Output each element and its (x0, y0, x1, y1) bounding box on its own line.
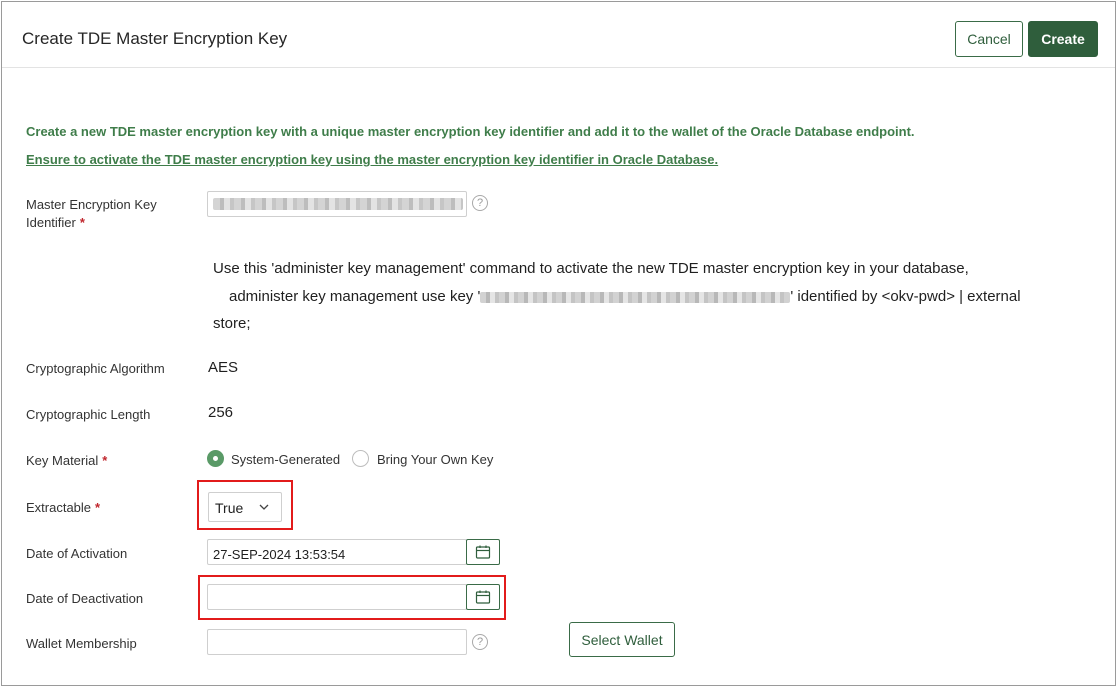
wallet-input[interactable] (207, 629, 467, 655)
extractable-label: Extractable * (26, 500, 101, 515)
command-line-2: administer key management use key ' ' ide… (229, 288, 1021, 305)
algorithm-value: AES (208, 359, 239, 376)
deactivation-calendar-button[interactable] (466, 584, 500, 610)
wallet-label: Wallet Membership (26, 636, 137, 651)
identifier-help-icon[interactable]: ? (472, 195, 488, 211)
radio-bring-your-own-key[interactable] (352, 450, 369, 467)
required-mark: * (95, 500, 101, 515)
radio-label-system-generated[interactable]: System-Generated (231, 452, 340, 467)
create-button[interactable]: Create (1028, 21, 1098, 57)
cancel-button[interactable]: Cancel (955, 21, 1023, 57)
page-title: Create TDE Master Encryption Key (22, 29, 288, 48)
identifier-masked-value (213, 198, 463, 210)
identifier-label: Master Encryption Key Identifier * (26, 197, 157, 230)
activation-calendar-button[interactable] (466, 539, 500, 565)
radio-system-generated[interactable] (207, 450, 224, 467)
radio-label-bring-your-own-key[interactable]: Bring Your Own Key (377, 452, 493, 467)
dialog-header: Create TDE Master Encryption Key Cancel … (2, 2, 1115, 68)
length-value: 256 (208, 404, 234, 421)
calendar-icon (475, 545, 491, 559)
extractable-selected-value: True (215, 500, 244, 516)
command-line-3: store; (213, 315, 251, 332)
length-label: Cryptographic Length (26, 407, 151, 422)
deactivation-date-input[interactable] (207, 584, 467, 610)
calendar-icon (475, 590, 491, 604)
command-line-1: Use this 'administer key management' com… (213, 260, 969, 277)
deactivation-label: Date of Deactivation (26, 591, 144, 606)
required-mark: * (79, 215, 85, 230)
command-masked-key (480, 291, 791, 303)
key-material-label: Key Material * (26, 453, 108, 468)
extractable-select[interactable]: True (208, 492, 282, 522)
wallet-help-icon[interactable]: ? (472, 634, 488, 650)
chevron-down-icon (259, 504, 269, 510)
algorithm-label: Cryptographic Algorithm (26, 361, 165, 376)
required-mark: * (102, 453, 108, 468)
select-wallet-button[interactable]: Select Wallet (569, 622, 675, 657)
activation-date-input[interactable]: 27-SEP-2024 13:53:54 (207, 539, 467, 565)
identifier-input[interactable] (207, 191, 467, 217)
intro-activation-link[interactable]: Ensure to activate the TDE master encryp… (26, 152, 718, 167)
dialog: Create TDE Master Encryption Key Cancel … (1, 1, 1116, 686)
activation-date-value: 27-SEP-2024 13:53:54 (213, 547, 346, 562)
activation-label: Date of Activation (26, 546, 128, 561)
intro-text: Create a new TDE master encryption key w… (26, 124, 915, 139)
